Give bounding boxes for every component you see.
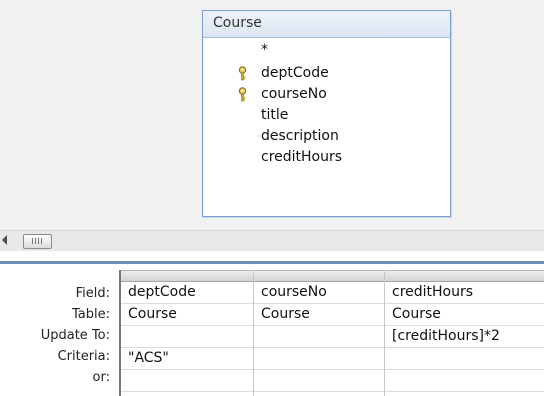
field-label: deptCode — [261, 65, 329, 81]
cell-update-to[interactable] — [254, 326, 384, 348]
column-selector[interactable] — [121, 270, 253, 282]
row-label-update-to: Update To: — [40, 328, 110, 343]
cell-update-to[interactable] — [121, 326, 253, 348]
row-label-field: Field: — [75, 286, 110, 301]
cell-table[interactable]: Course — [254, 304, 384, 326]
field-item-description[interactable]: description — [203, 126, 450, 147]
cell-criteria[interactable]: "ACS" — [121, 348, 253, 370]
table-field-list: * deptCode courseNo title description cr… — [203, 38, 450, 168]
field-label: description — [261, 128, 339, 144]
field-item-title[interactable]: title — [203, 105, 450, 126]
cell-criteria[interactable] — [385, 348, 544, 370]
field-label: courseNo — [261, 86, 327, 102]
field-item-deptcode[interactable]: deptCode — [203, 63, 450, 84]
table-design-pane: Course * deptCode courseNo title descrip… — [0, 0, 544, 230]
cell-table[interactable]: Course — [121, 304, 253, 326]
key-icon — [238, 66, 247, 81]
key-icon — [238, 87, 247, 102]
scroll-thumb-grip-icon — [32, 238, 43, 244]
cell-field[interactable]: deptCode — [121, 282, 253, 304]
field-item-credithours[interactable]: creditHours — [203, 147, 450, 168]
cell-criteria[interactable] — [254, 348, 384, 370]
arrow-left-icon[interactable] — [2, 235, 7, 245]
cell-field[interactable]: courseNo — [254, 282, 384, 304]
pane-splitter[interactable] — [0, 251, 544, 264]
grid-column-courseno[interactable]: courseNo Course — [254, 270, 385, 396]
grid-column-deptcode[interactable]: deptCode Course "ACS" — [121, 270, 254, 396]
cell-table[interactable]: Course — [385, 304, 544, 326]
cell-update-to[interactable]: [creditHours]*2 — [385, 326, 544, 348]
cell-field[interactable]: creditHours — [385, 282, 544, 304]
row-label-table: Table: — [72, 307, 110, 322]
grid-column-credithours[interactable]: creditHours Course [creditHours]*2 — [385, 270, 544, 396]
row-label-or: or: — [92, 370, 110, 385]
column-selector[interactable] — [254, 270, 384, 282]
field-item-courseno[interactable]: courseNo — [203, 84, 450, 105]
field-item-all[interactable]: * — [203, 42, 450, 63]
cell-or[interactable] — [254, 370, 384, 392]
field-label: title — [261, 107, 289, 123]
query-grid: deptCode Course "ACS" courseNo Course cr… — [119, 270, 544, 396]
table-title[interactable]: Course — [203, 11, 450, 38]
row-label-criteria: Criteria: — [57, 349, 110, 364]
field-label: * — [261, 42, 268, 58]
course-table-box[interactable]: Course * deptCode courseNo title descrip… — [202, 10, 451, 217]
cell-or[interactable] — [385, 370, 544, 392]
query-design-grid-pane: Field: Table: Update To: Criteria: or: d… — [0, 264, 544, 396]
horizontal-scrollbar[interactable] — [0, 230, 544, 251]
field-label: creditHours — [261, 149, 343, 165]
cell-or[interactable] — [121, 370, 253, 392]
scroll-thumb[interactable] — [23, 234, 52, 249]
column-selector[interactable] — [385, 270, 544, 282]
